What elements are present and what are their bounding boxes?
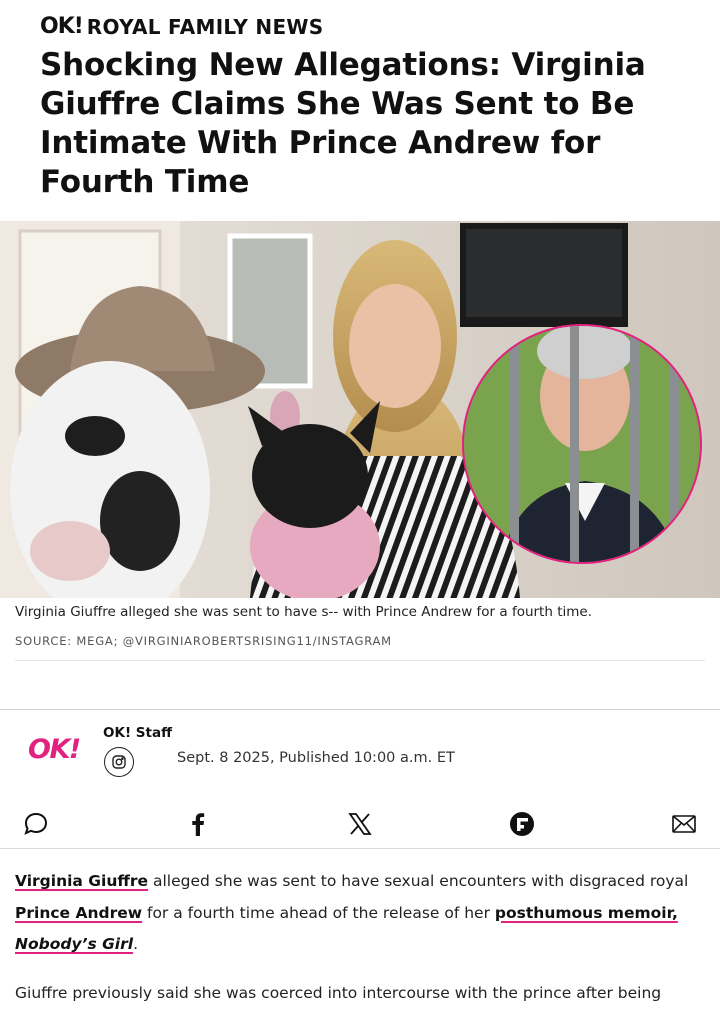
x-icon[interactable] [346, 810, 374, 838]
article-body: Virginia Giuffre alleged she was sent to… [15, 866, 705, 1009]
instagram-icon[interactable] [104, 747, 134, 777]
paragraph: Giuffre previously said she was coerced … [15, 983, 662, 1002]
image-caption: Virginia Giuffre alleged she was sent to… [15, 604, 592, 620]
author-name[interactable]: OK! Staff [103, 725, 172, 741]
divider [0, 848, 720, 849]
hero-image [0, 221, 720, 598]
facebook-icon[interactable] [184, 810, 212, 838]
divider [15, 660, 705, 661]
image-source: SOURCE: MEGA; @VIRGINIAROBERTSRISING11/I… [15, 634, 392, 648]
site-header: OK! ROYAL FAMILY NEWS [40, 14, 323, 40]
share-bar [0, 800, 720, 848]
author-avatar[interactable]: OK! [28, 734, 81, 765]
paragraph: Virginia Giuffre alleged she was sent to… [15, 872, 689, 953]
site-logo[interactable]: OK! [40, 16, 84, 38]
article-headline: Shocking New Allegations: Virginia Giuff… [40, 47, 646, 200]
link-prince-andrew[interactable]: Prince Andrew [15, 904, 142, 922]
comment-icon[interactable] [22, 810, 50, 838]
divider [0, 709, 720, 710]
publish-date: Sept. 8 2025, Published 10:00 a.m. ET [177, 750, 455, 766]
email-icon[interactable] [670, 810, 698, 838]
link-nobodys-girl[interactable]: Nobody’s Girl [15, 935, 133, 953]
link-posthumous-memoir[interactable]: posthumous memoir, [495, 904, 678, 922]
flipboard-icon[interactable] [508, 810, 536, 838]
link-virginia-giuffre[interactable]: Virginia Giuffre [15, 872, 148, 890]
section-link[interactable]: ROYAL FAMILY NEWS [87, 15, 324, 39]
